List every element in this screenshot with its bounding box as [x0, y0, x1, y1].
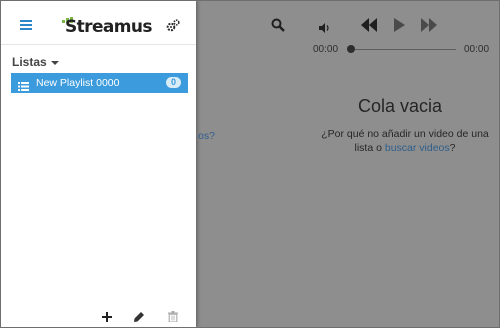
previous-icon[interactable] — [361, 18, 377, 37]
menu-icon[interactable] — [20, 20, 32, 30]
playlist-item[interactable]: New Playlist 0000 0 — [11, 73, 188, 93]
next-icon[interactable] — [421, 18, 437, 37]
playlists-label: Listas — [12, 55, 47, 69]
edit-playlist-icon[interactable] — [134, 309, 144, 327]
play-icon[interactable] — [394, 18, 405, 37]
background-link-fragment: os? — [198, 130, 215, 142]
playlist-count-badge: 0 — [166, 77, 181, 88]
progress-handle[interactable] — [347, 45, 355, 53]
sidebar-footer — [1, 301, 196, 327]
caret-down-icon — [50, 60, 59, 65]
empty-queue-message: ¿Por qué no añadir un video de una lista… — [319, 127, 491, 155]
add-playlist-icon[interactable] — [102, 309, 112, 327]
sidebar-header: Streamus — [1, 1, 196, 45]
empty-queue-title: Cola vacia — [358, 96, 443, 116]
logo: Streamus — [61, 15, 152, 37]
playlist-name: New Playlist 0000 — [36, 77, 120, 89]
player-controls: 00:00 00:00 — [198, 8, 499, 60]
app-window: 00:00 00:00 os? Cola vacia ¿Por qué no a… — [0, 0, 500, 328]
search-videos-link[interactable]: buscar videos — [385, 142, 450, 154]
logo-text: Streamus — [65, 17, 152, 37]
search-icon[interactable] — [271, 18, 285, 37]
total-time: 00:00 — [464, 44, 490, 55]
settings-gears-icon[interactable] — [166, 19, 180, 37]
playlists-dropdown[interactable]: Listas — [12, 55, 59, 69]
current-time: 00:00 — [313, 44, 339, 55]
progress-track[interactable] — [349, 49, 456, 50]
volume-icon[interactable] — [319, 20, 331, 38]
empty-queue-suffix: ? — [449, 142, 456, 154]
delete-playlist-icon[interactable] — [168, 309, 178, 327]
sidebar: Streamus Listas New Playlist 0000 0 — [1, 1, 196, 327]
list-icon — [18, 78, 29, 96]
